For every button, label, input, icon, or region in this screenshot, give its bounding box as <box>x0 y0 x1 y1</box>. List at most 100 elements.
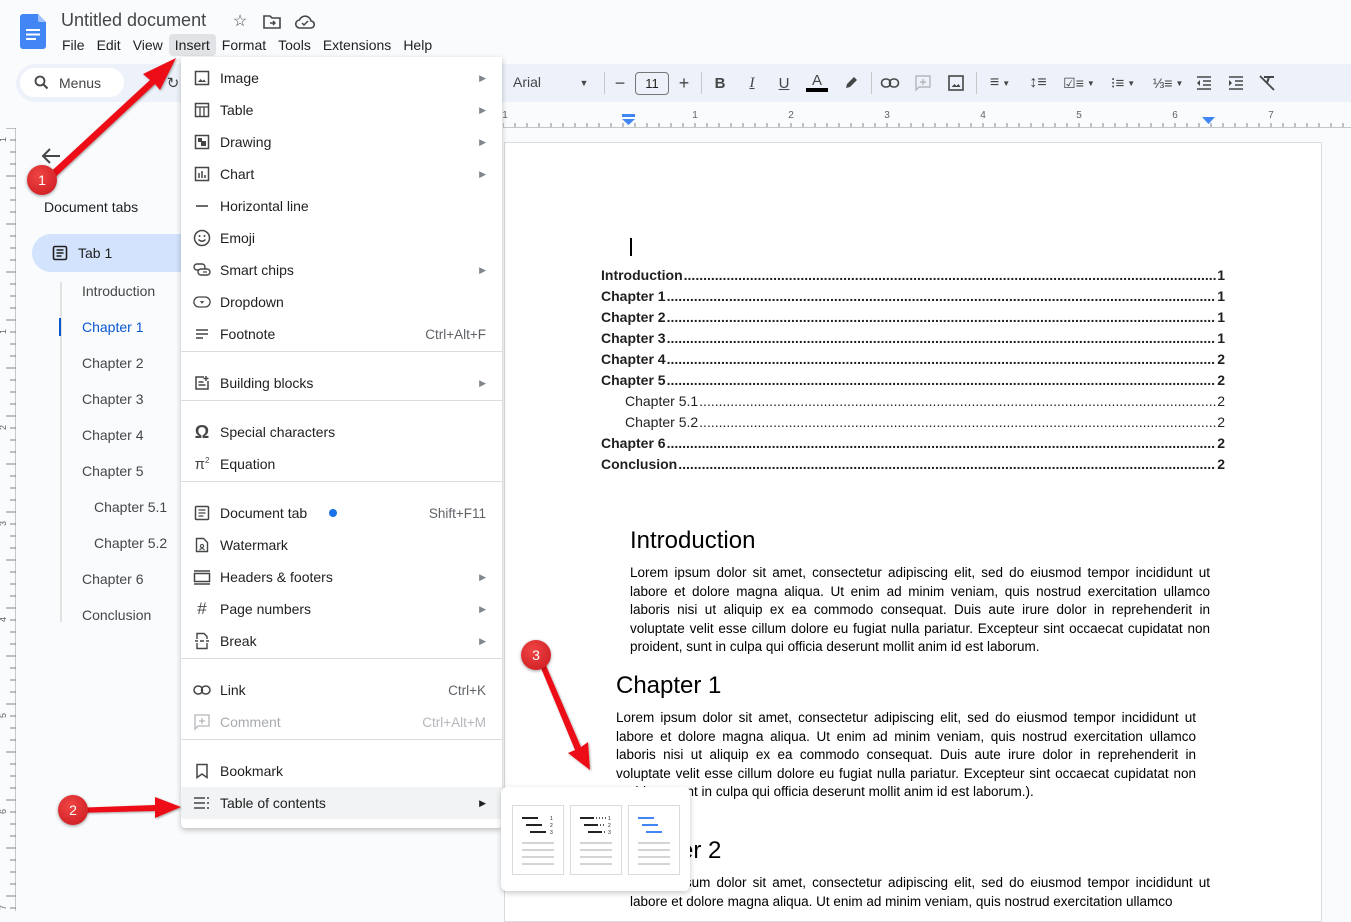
menu-file[interactable]: File <box>56 34 91 56</box>
toc-entry[interactable]: Introduction 1 <box>601 265 1225 285</box>
section-paragraph[interactable]: Lorem ipsum dolor sit amet, consectetur … <box>630 564 1210 657</box>
increase-font-size-button[interactable]: + <box>676 72 692 94</box>
menu-item-headers-footers[interactable]: Headers & footers ▶ <box>181 561 502 593</box>
text-color-button[interactable]: A <box>805 72 829 94</box>
section-heading[interactable]: Chapter 1 <box>616 672 721 700</box>
font-size-input[interactable]: 11 <box>635 72 669 95</box>
menu-item-watermark[interactable]: Watermark <box>181 529 502 561</box>
outline-item[interactable]: Chapter 1 <box>82 319 143 335</box>
toc-entry[interactable]: Chapter 1 1 <box>601 286 1225 306</box>
add-comment-icon[interactable] <box>914 72 932 94</box>
bold-button[interactable]: B <box>712 72 728 94</box>
menu-edit[interactable]: Edit <box>91 34 127 56</box>
menu-view[interactable]: View <box>127 34 169 56</box>
menu-item-table[interactable]: Table ▶ <box>181 94 502 126</box>
insert-menu: Image ▶ Table ▶ Drawing ▶ Chart ▶ Horizontal lin… <box>181 57 502 828</box>
menu-item-break[interactable]: Break ▶ <box>181 625 502 657</box>
toc-entry[interactable]: Chapter 5 2 <box>601 370 1225 390</box>
align-button[interactable]: ≡ ▼ <box>985 72 1015 94</box>
toc-option-blue-links[interactable] <box>628 805 680 875</box>
menu-tools[interactable]: Tools <box>272 34 317 56</box>
menu-format[interactable]: Format <box>216 34 272 56</box>
section-paragraph[interactable]: Lorem ipsum dolor sit amet, consectetur … <box>616 709 1196 802</box>
outline-item[interactable]: Chapter 4 <box>82 427 143 443</box>
section-paragraph[interactable]: Lorem ipsum dolor sit amet, consectetur … <box>630 874 1210 911</box>
cloud-saved-icon[interactable] <box>295 13 315 31</box>
outline-item[interactable]: Introduction <box>82 283 155 299</box>
toc-entry-page: 1 <box>1217 267 1225 283</box>
outline-item[interactable]: Chapter 3 <box>82 391 143 407</box>
font-dropdown-arrow-icon[interactable]: ▼ <box>578 72 590 94</box>
insert-image-icon[interactable] <box>947 72 965 94</box>
menu-item-building-blocks[interactable]: Building blocks ▶ <box>181 367 502 399</box>
menu-item-dropdown[interactable]: Dropdown <box>181 286 502 318</box>
search-menus-button[interactable]: Menus <box>20 68 124 97</box>
left-indent-marker-icon[interactable] <box>622 114 635 126</box>
numbered-list-button[interactable]: ⅓≡ ▼ <box>1150 72 1186 94</box>
toc-entry[interactable]: Chapter 3 1 <box>601 328 1225 348</box>
menu-item-comment[interactable]: Comment Ctrl+Alt+M <box>181 706 502 738</box>
toc-entry[interactable]: Chapter 2 1 <box>601 307 1225 327</box>
menu-help[interactable]: Help <box>397 34 438 56</box>
toc-entry[interactable]: Conclusion 2 <box>601 454 1225 474</box>
italic-button[interactable]: I <box>744 72 760 94</box>
outline-item[interactable]: Chapter 5 <box>82 463 143 479</box>
document-tab-icon <box>193 504 211 522</box>
menu-item-document-tab[interactable]: Document tab Shift+F11 <box>181 497 502 529</box>
toc-entry[interactable]: Chapter 5.2 2 <box>625 412 1225 432</box>
menu-extensions[interactable]: Extensions <box>317 34 397 56</box>
bulleted-list-button[interactable]: ⁝≡ ▼ <box>1105 72 1141 94</box>
docs-logo-icon[interactable] <box>20 14 46 49</box>
watermark-icon <box>193 536 211 554</box>
menu-item-footnote[interactable]: Footnote Ctrl+Alt+F <box>181 318 502 350</box>
clear-formatting-icon[interactable] <box>1258 72 1276 94</box>
outline-item[interactable]: Conclusion <box>82 607 151 623</box>
menu-item-smart-chips[interactable]: Smart chips ▶ <box>181 254 502 286</box>
toc-option-plain-text[interactable]: 123 <box>512 805 564 875</box>
outline-item[interactable]: Chapter 2 <box>82 355 143 371</box>
star-icon[interactable]: ☆ <box>231 12 249 30</box>
toc-entry[interactable]: Chapter 6 2 <box>601 433 1225 453</box>
toc-entry[interactable]: Chapter 4 2 <box>601 349 1225 369</box>
decrease-indent-icon[interactable] <box>1195 72 1213 94</box>
menu-insert[interactable]: Insert <box>168 34 216 56</box>
increase-indent-icon[interactable] <box>1227 72 1245 94</box>
outline-item[interactable]: Chapter 5.2 <box>94 535 167 551</box>
section-heading[interactable]: Introduction <box>630 527 755 555</box>
menu-item-label: Watermark <box>220 537 288 553</box>
menu-item-table-of-contents[interactable]: Table of contents ▶ <box>181 787 502 819</box>
vertical-ruler-label: 3 <box>0 521 8 526</box>
underline-button[interactable]: U <box>776 72 792 94</box>
highlight-pen-icon[interactable] <box>843 72 859 94</box>
menu-item-page-numbers[interactable]: # Page numbers ▶ <box>181 593 502 625</box>
decrease-font-size-button[interactable]: − <box>612 72 628 94</box>
menu-item-chart[interactable]: Chart ▶ <box>181 158 502 190</box>
menu-item-emoji[interactable]: Emoji <box>181 222 502 254</box>
sidebar-tab-1[interactable]: Tab 1 <box>32 234 192 272</box>
menu-item-image[interactable]: Image ▶ <box>181 62 502 94</box>
menu-item-drawing[interactable]: Drawing ▶ <box>181 126 502 158</box>
document-title[interactable]: Untitled document <box>61 10 206 31</box>
vertical-ruler[interactable]: 1 1 2 3 4 5 6 7 <box>0 127 16 911</box>
menu-separator <box>181 481 502 482</box>
right-indent-marker-icon[interactable] <box>1202 117 1215 125</box>
menu-item-link[interactable]: Link Ctrl+K <box>181 674 502 706</box>
font-family-select[interactable]: Arial <box>513 74 541 90</box>
move-to-folder-icon[interactable] <box>263 13 281 31</box>
ruler-label: 1 <box>692 110 698 121</box>
toc-option-dotted[interactable]: 123 <box>570 805 622 875</box>
menu-item-equation[interactable]: π2 Equation <box>181 448 502 480</box>
outline-item[interactable]: Chapter 5.1 <box>94 499 167 515</box>
svg-text:3: 3 <box>550 830 553 836</box>
menu-item-bookmark[interactable]: Bookmark <box>181 755 502 787</box>
vertical-ruler-label: 7 <box>0 905 8 910</box>
outline-item[interactable]: Chapter 6 <box>82 571 143 587</box>
menu-item-horizontal-line[interactable]: Horizontal line <box>181 190 502 222</box>
checklist-button[interactable]: ☑≡ ▼ <box>1060 72 1098 94</box>
insert-link-icon[interactable] <box>880 72 900 94</box>
toc-entry[interactable]: Chapter 5.1 2 <box>625 391 1225 411</box>
redo-icon[interactable]: ↻ <box>165 72 181 94</box>
line-spacing-button[interactable]: ↕≡ <box>1028 72 1048 94</box>
menu-item-special-characters[interactable]: Ω Special characters <box>181 416 502 448</box>
back-arrow-icon[interactable] <box>40 146 62 166</box>
